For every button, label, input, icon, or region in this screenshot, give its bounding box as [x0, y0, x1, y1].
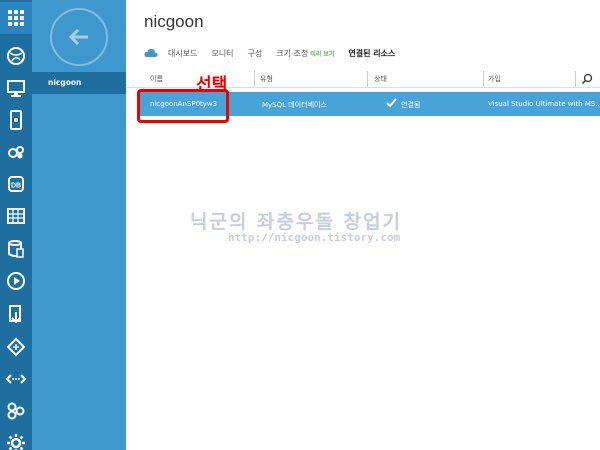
monitor-icon[interactable] — [0, 72, 32, 104]
nav-rail: DB — [0, 0, 32, 450]
row-type: MySQL 데이터베이스 — [262, 101, 327, 109]
cloud-icon — [144, 48, 158, 57]
cloud-gear-icon[interactable] — [0, 136, 32, 168]
page-title: nicgoon — [144, 12, 204, 31]
column-divider — [254, 71, 255, 87]
table-icon[interactable] — [0, 200, 32, 232]
resource-panel: nicgoon — [32, 0, 126, 450]
search-icon[interactable] — [581, 73, 593, 85]
storage-icon[interactable] — [0, 233, 32, 265]
panel-item-nicgoon[interactable]: nicgoon — [32, 72, 126, 94]
tab-dashboard[interactable]: 대시보드 — [168, 48, 197, 59]
grid-icon[interactable] — [0, 2, 32, 34]
column-divider — [367, 71, 368, 87]
media-icon[interactable] — [0, 265, 32, 297]
svg-text:DB: DB — [11, 183, 21, 190]
check-icon — [386, 98, 397, 108]
watermark-url: http://nicgoon.tistory.com — [228, 231, 401, 244]
watermark-text: 닉군의 좌충우돌 창업기 — [190, 211, 403, 233]
column-header-type[interactable]: 유형 — [260, 74, 273, 84]
column-header-subscription[interactable]: 가입 — [488, 74, 501, 84]
back-arrow-icon — [68, 28, 88, 46]
back-button[interactable] — [50, 8, 108, 66]
column-divider — [483, 71, 484, 87]
tab-monitor[interactable]: 모니터 — [211, 48, 233, 59]
db-icon[interactable]: DB — [0, 168, 32, 200]
tab-scale[interactable]: 크기 조정 미리 보기 — [276, 48, 334, 59]
globe-icon[interactable] — [0, 40, 32, 72]
annotation-label: 선택 — [196, 75, 228, 95]
column-header-name[interactable]: 이름 — [150, 74, 163, 84]
mobile-icon[interactable] — [0, 104, 32, 136]
connect-icon[interactable] — [0, 363, 32, 395]
deploy-icon[interactable] — [0, 298, 32, 330]
tab-bar: 대시보드 모니터 구성 크기 조정 미리 보기 연결된 리소스 — [144, 45, 409, 61]
row-status: 연결됨 — [401, 101, 421, 109]
column-divider — [575, 71, 576, 87]
gear-icon[interactable] — [0, 427, 32, 450]
row-subscription: Visual Studio Ultimate with MS... — [488, 100, 600, 108]
preview-badge: 미리 보기 — [310, 50, 335, 58]
tab-scale-label: 크기 조정 — [276, 48, 309, 58]
column-header-status[interactable]: 상태 — [374, 74, 387, 84]
tab-linked-resources[interactable]: 연결된 리소스 — [348, 48, 395, 59]
cluster-icon[interactable] — [0, 395, 32, 427]
tab-configure[interactable]: 구성 — [248, 48, 263, 59]
network-icon[interactable] — [0, 331, 32, 363]
